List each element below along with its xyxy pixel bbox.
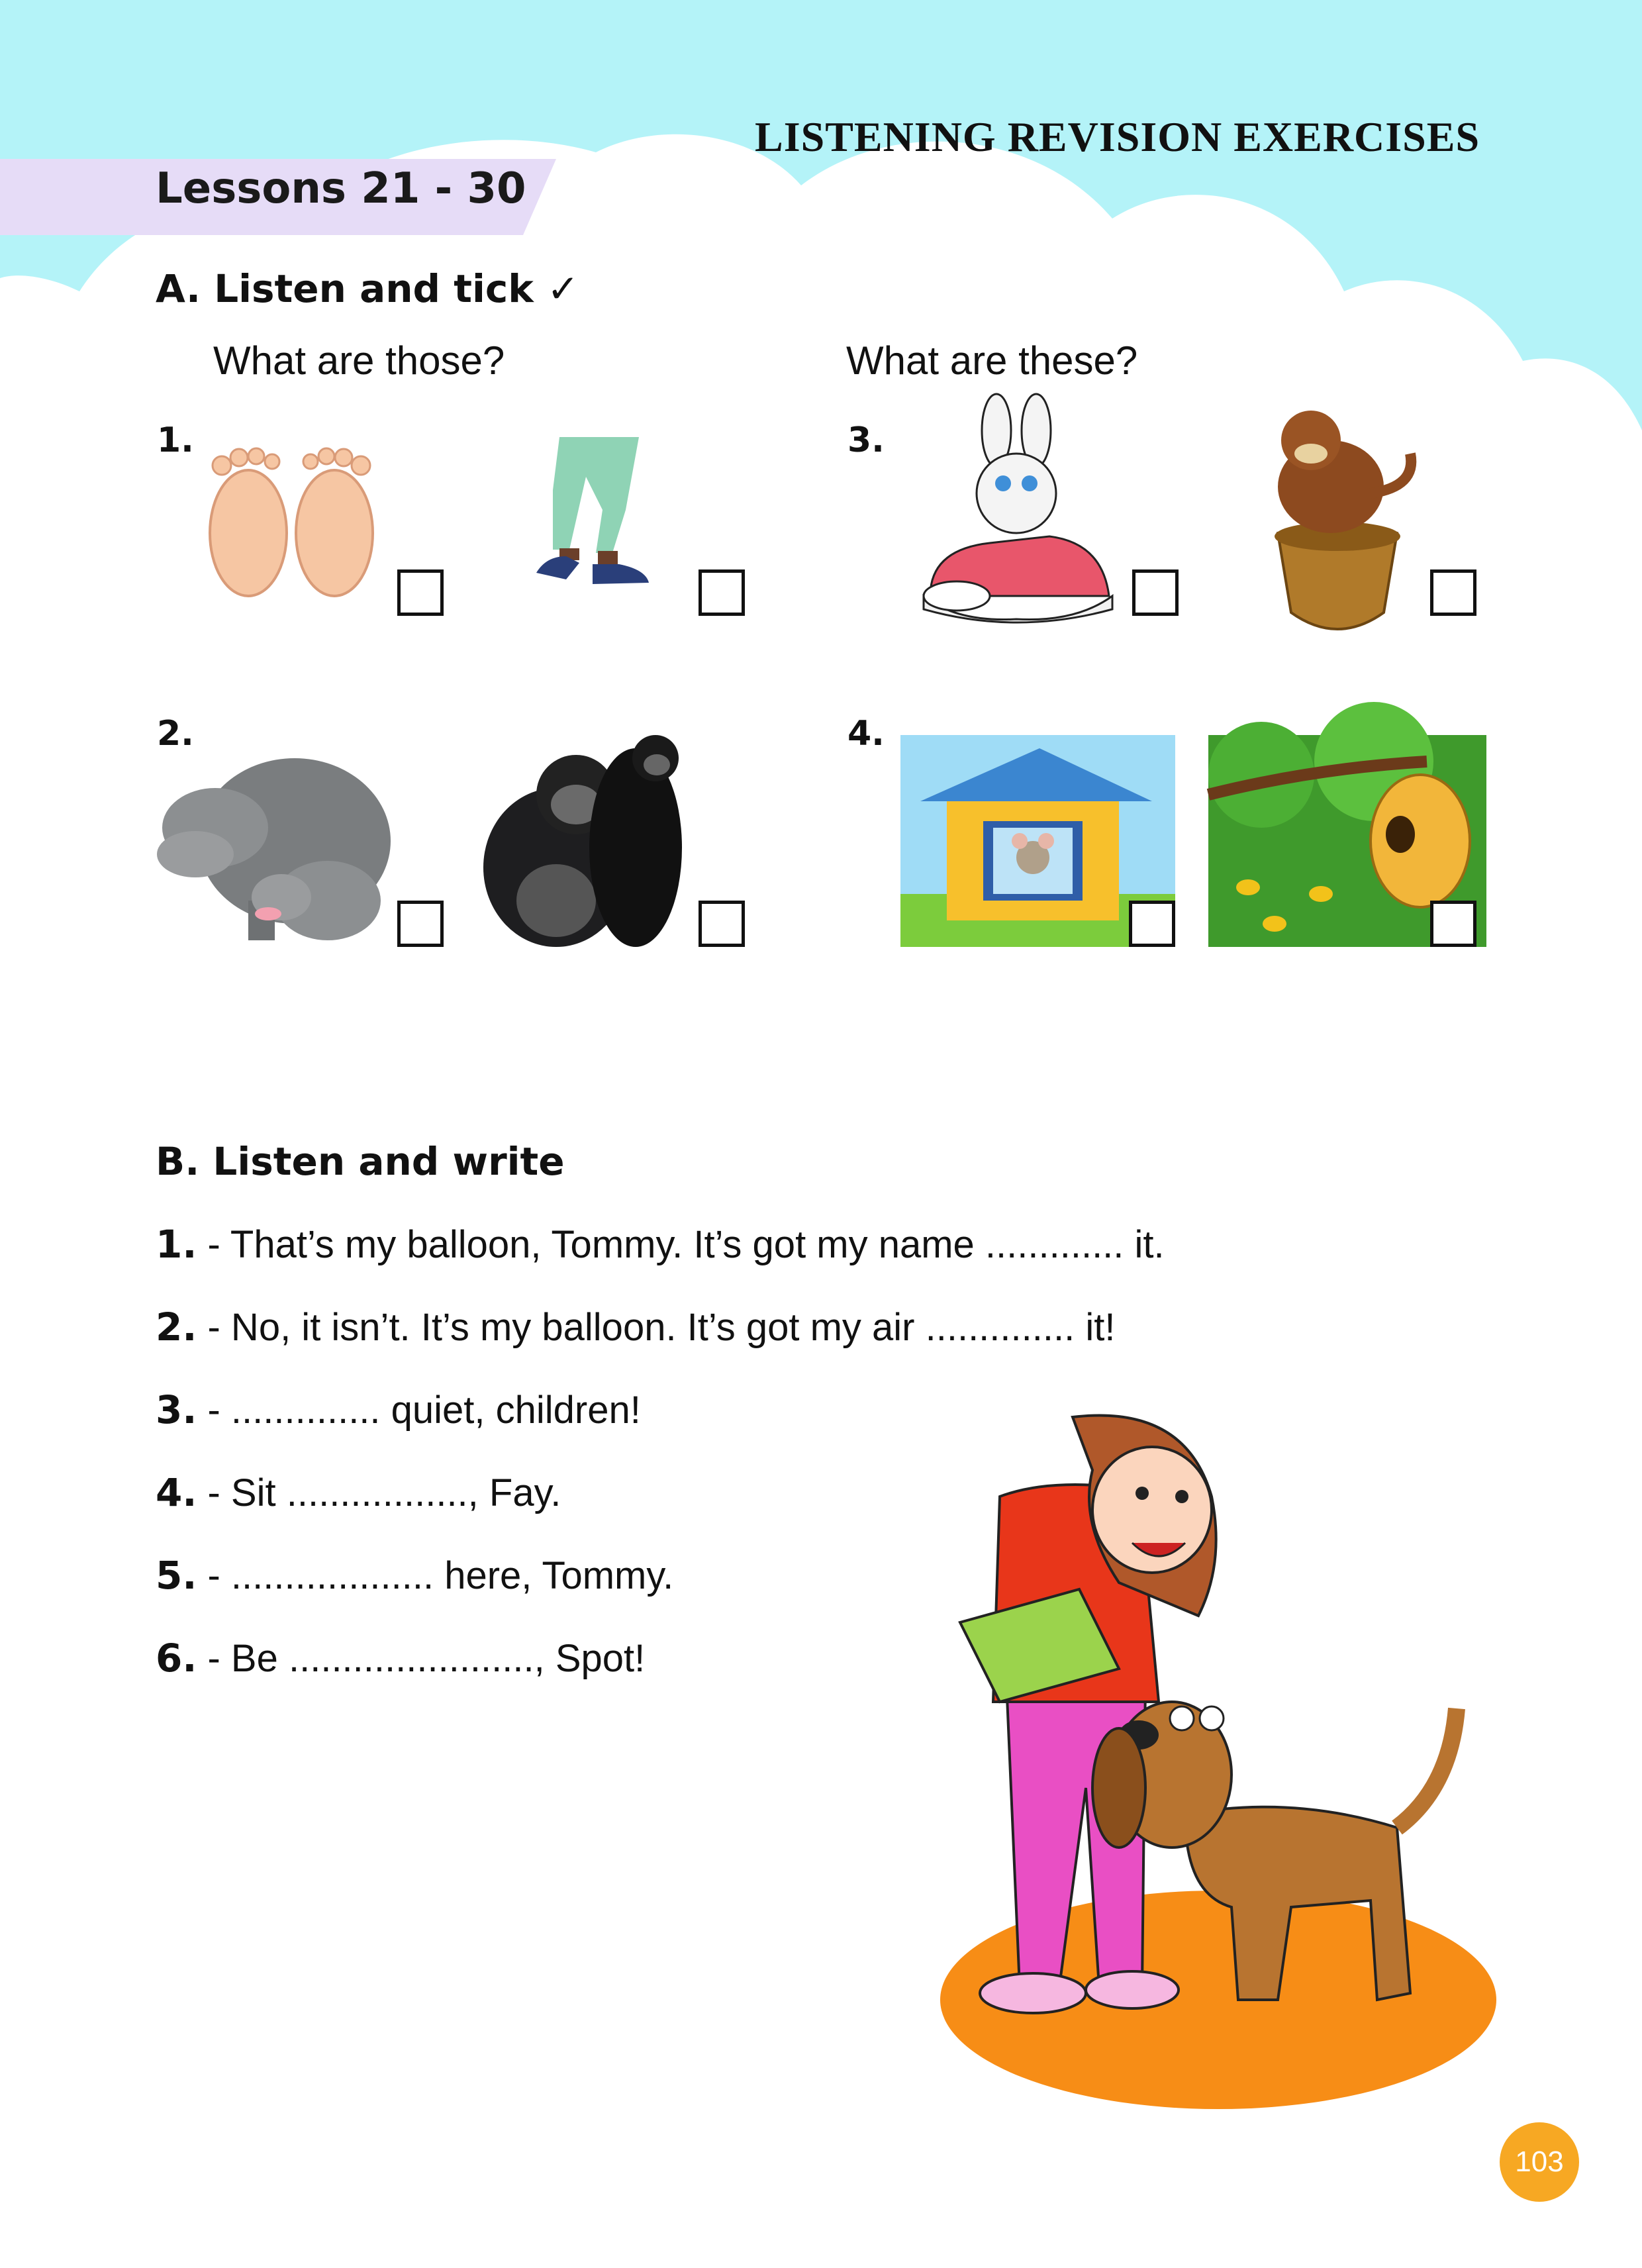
left-question: What are those? (213, 338, 505, 383)
tick-symbol: ✓ (547, 266, 579, 311)
sentence-2-text: - No, it isn’t. It’s my balloon. It’s go… (197, 1306, 1116, 1349)
sentence-1-text: - That’s my balloon, Tommy. It’s got my … (197, 1223, 1165, 1266)
sentence-3: 3. - .............. quiet, children! (156, 1387, 641, 1432)
sentence-6: 6. - Be ......................., Spot! (156, 1636, 645, 1681)
sentence-3-text: - .............. quiet, children! (197, 1389, 641, 1432)
sentence-4: 4. - Sit ................., Fay. (156, 1470, 561, 1515)
item-3-number: 3. (847, 420, 885, 460)
sentence-3-number: 3. (156, 1387, 197, 1432)
item-4-right-tick-box[interactable] (1430, 901, 1476, 947)
sentence-5-number: 5. (156, 1553, 197, 1598)
sentence-1: 1. - That’s my balloon, Tommy. It’s got … (156, 1222, 1165, 1267)
rabbit-in-shoe-picture (922, 393, 1114, 624)
item-2-left-tick-box[interactable] (397, 901, 444, 947)
legs-picture (536, 437, 649, 584)
item-4-number: 4. (847, 714, 885, 754)
page-header-title: LISTENING REVISION EXERCISES (755, 113, 1480, 160)
item-1-number: 1. (157, 420, 194, 460)
sentence-6-text: - Be ......................., Spot! (197, 1637, 646, 1680)
page-number-badge: 103 (1500, 2122, 1579, 2202)
item-1-right-tick-box[interactable] (699, 569, 745, 616)
sentence-2: 2. - No, it isn’t. It’s my balloon. It’s… (156, 1305, 1115, 1350)
item-3-left-tick-box[interactable] (1132, 569, 1179, 616)
gorillas-picture (483, 735, 682, 947)
sentence-4-number: 4. (156, 1470, 197, 1515)
right-question: What are these? (846, 338, 1138, 383)
item-1-left-tick-box[interactable] (397, 569, 444, 616)
feet-picture (209, 447, 374, 597)
sentence-4-text: - Sit ................., Fay. (197, 1471, 561, 1514)
item-2-right-tick-box[interactable] (699, 901, 745, 947)
section-a-title: A. Listen and tick ✓ (156, 266, 579, 311)
lessons-label: Lessons 21 - 30 (156, 164, 526, 213)
sentence-5: 5. - ................... here, Tommy. (156, 1553, 673, 1598)
section-a-title-text: A. Listen and tick (156, 266, 534, 311)
sentence-2-number: 2. (156, 1305, 197, 1350)
item-3-right-tick-box[interactable] (1430, 569, 1476, 616)
sentence-5-text: - ................... here, Tommy. (197, 1554, 674, 1597)
sentence-6-number: 6. (156, 1636, 197, 1681)
beaver-on-acorn-picture (1275, 411, 1417, 630)
girl-and-dog-illustration (940, 1414, 1496, 2109)
section-b-title: B. Listen and write (156, 1139, 565, 1184)
hippos-picture (157, 758, 391, 940)
sentence-1-number: 1. (156, 1222, 197, 1267)
item-4-left-tick-box[interactable] (1129, 901, 1175, 947)
